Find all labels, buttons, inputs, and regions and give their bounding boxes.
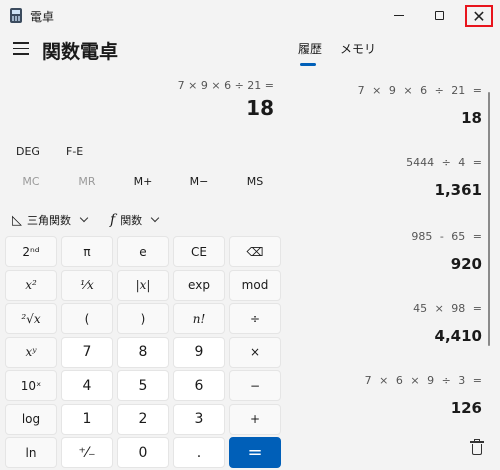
pi-key[interactable]: π <box>61 236 113 267</box>
history-expression: 5444 ÷ 4 = <box>406 156 482 169</box>
minus-key[interactable]: − <box>229 370 281 401</box>
memory-add-button[interactable]: M+ <box>117 175 169 188</box>
reciprocal-key[interactable]: ¹⁄x <box>61 269 113 301</box>
trigonometry-dropdown[interactable]: ◺ 三角関数 <box>12 212 89 228</box>
equals-key[interactable]: = <box>229 437 281 468</box>
maximize-icon <box>434 10 444 20</box>
clear-entry-key[interactable]: CE <box>173 236 225 267</box>
digit-7-key[interactable]: 7 <box>61 336 113 368</box>
hamburger-icon <box>13 42 29 44</box>
calculator-icon <box>10 8 22 23</box>
function-label: 関数 <box>120 214 143 227</box>
history-result: 18 <box>461 109 482 127</box>
tab-memory[interactable]: メモリ <box>340 40 376 57</box>
mode-title: 関数電卓 <box>42 41 119 63</box>
minimize-icon <box>394 14 404 16</box>
keypad: 2ⁿᵈ π e CE ⌫ x² ¹⁄x |x| exp mod ²√x() n! ÷ xʸ 7 8 9 × 10ˣ 4… <box>5 236 282 468</box>
function-icon: f <box>110 212 116 228</box>
triangle-ruler-icon: ◺ <box>12 212 22 228</box>
backspace-key[interactable]: ⌫ <box>229 236 281 267</box>
history-expression: 7 × 9 × 6 ÷ 21 = <box>357 84 482 97</box>
decimal-key[interactable]: . <box>173 437 225 468</box>
plus-key[interactable]: + <box>229 403 281 435</box>
maximize-button[interactable] <box>416 0 462 30</box>
digit-8-key[interactable]: 8 <box>117 336 169 368</box>
memory-clear-button[interactable]: MC <box>5 175 57 188</box>
angle-unit-button[interactable]: DEG <box>16 145 40 158</box>
negate-key[interactable]: ⁺⁄₋ <box>61 437 113 468</box>
close-paren-key[interactable]: ) <box>117 303 169 334</box>
digit-3-key[interactable]: 3 <box>173 403 225 435</box>
current-expression: 7 × 9 × 6 ÷ 21 = <box>177 79 274 92</box>
log-key[interactable]: log <box>5 403 57 435</box>
history-scrollbar[interactable] <box>488 92 490 346</box>
history-expression: 985 - 65 = <box>411 230 482 243</box>
mod-key[interactable]: mod <box>229 269 281 301</box>
history-result: 1,361 <box>434 181 482 199</box>
result-display: 18 <box>246 96 274 120</box>
history-item[interactable]: 45 × 98 = 4,410 <box>413 302 482 345</box>
divide-key[interactable]: ÷ <box>229 303 281 334</box>
ten-power-key[interactable]: 10ˣ <box>5 370 57 401</box>
digit-0-key[interactable]: 0 <box>117 437 169 468</box>
active-tab-indicator <box>300 63 316 66</box>
chevron-down-icon <box>79 213 89 223</box>
navigation-menu-button[interactable] <box>13 42 29 56</box>
factorial-key[interactable]: n! <box>173 303 225 334</box>
digit-6-key[interactable]: 6 <box>173 370 225 401</box>
second-key[interactable]: 2ⁿᵈ <box>5 236 57 267</box>
memory-subtract-button[interactable]: M− <box>173 175 225 188</box>
digit-9-key[interactable]: 9 <box>173 336 225 368</box>
sqrt-key[interactable]: ²√x <box>5 303 57 334</box>
window-title: 電卓 <box>30 10 55 24</box>
history-result: 126 <box>450 399 482 417</box>
history-expression: 45 × 98 = <box>413 302 482 315</box>
exp-key[interactable]: exp <box>173 269 225 301</box>
history-result: 4,410 <box>434 327 482 345</box>
digit-2-key[interactable]: 2 <box>117 403 169 435</box>
history-result: 920 <box>450 255 482 273</box>
function-dropdown[interactable]: f 関数 <box>110 212 160 228</box>
history-item[interactable]: 985 - 65 = 920 <box>411 230 482 273</box>
digit-4-key[interactable]: 4 <box>61 370 113 401</box>
history-item[interactable]: 7 × 6 × 9 ÷ 3 = 126 <box>365 374 482 417</box>
absolute-key[interactable]: |x| <box>117 269 169 301</box>
power-key[interactable]: xʸ <box>5 336 57 368</box>
title-bar: 電卓 ✕ <box>0 0 500 30</box>
history-item[interactable]: 7 × 9 × 6 ÷ 21 = 18 <box>358 84 482 127</box>
digit-5-key[interactable]: 5 <box>117 370 169 401</box>
close-icon: ✕ <box>472 6 486 26</box>
trigonometry-label: 三角関数 <box>27 214 71 227</box>
chevron-down-icon <box>150 213 160 223</box>
open-paren-key[interactable]: ( <box>61 303 113 334</box>
fe-button[interactable]: F-E <box>66 145 83 158</box>
square-key[interactable]: x² <box>5 269 57 301</box>
history-expression: 7 × 6 × 9 ÷ 3 = <box>364 374 482 387</box>
digit-1-key[interactable]: 1 <box>61 403 113 435</box>
memory-store-button[interactable]: MS <box>229 175 281 188</box>
ln-key[interactable]: ln <box>5 437 57 468</box>
close-button[interactable]: ✕ <box>465 5 493 27</box>
history-item[interactable]: 5444 ÷ 4 = 1,361 <box>406 156 482 199</box>
clear-history-button[interactable] <box>470 439 484 456</box>
e-key[interactable]: e <box>117 236 169 267</box>
tab-history[interactable]: 履歴 <box>298 40 322 57</box>
memory-recall-button[interactable]: MR <box>61 175 113 188</box>
multiply-key[interactable]: × <box>229 336 281 368</box>
